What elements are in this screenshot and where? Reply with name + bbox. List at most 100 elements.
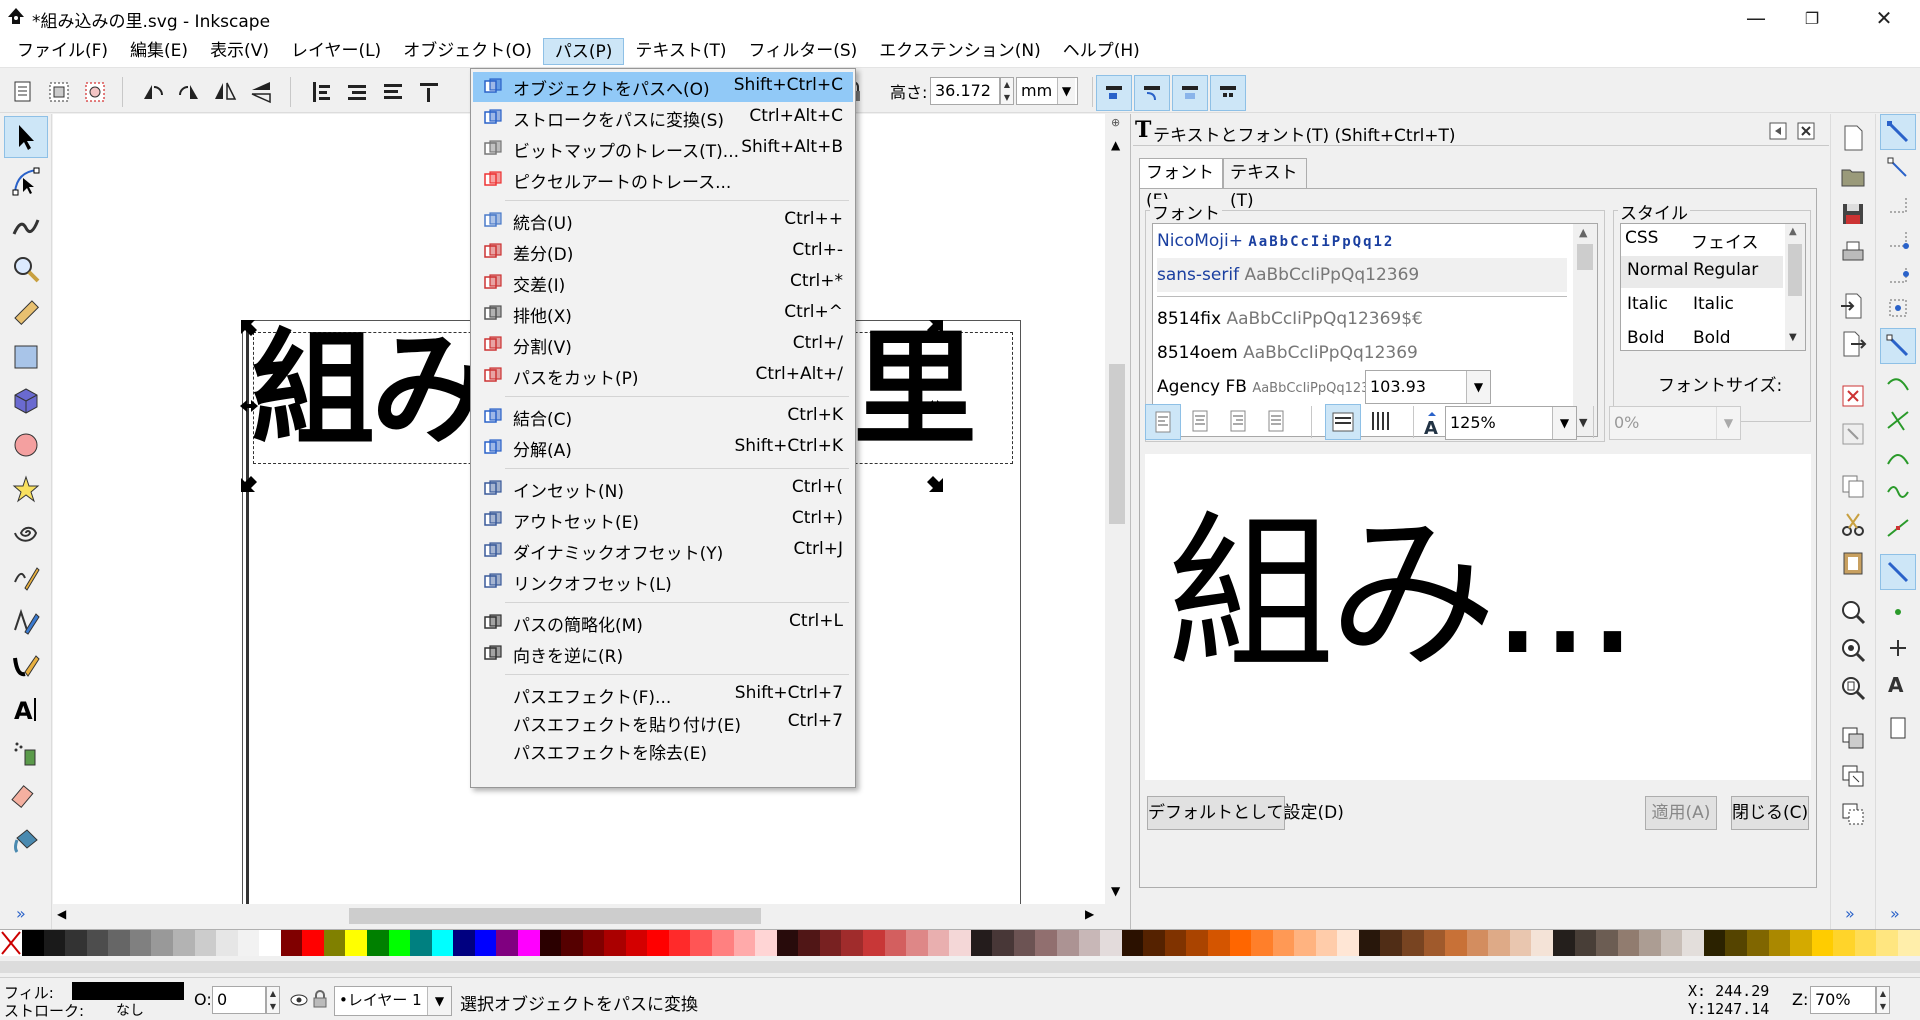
- style-face-regular[interactable]: Regular: [1693, 260, 1758, 280]
- palette-swatch[interactable]: [108, 930, 130, 956]
- palette-swatch[interactable]: [1164, 930, 1187, 956]
- invert-selection-icon[interactable]: [82, 79, 108, 105]
- palette-swatch[interactable]: [1251, 930, 1273, 956]
- palette-swatch[interactable]: [668, 930, 691, 956]
- print-icon[interactable]: [1839, 238, 1867, 266]
- palette-swatch[interactable]: [1013, 930, 1036, 956]
- palette-swatch[interactable]: [22, 930, 44, 956]
- palette-swatch[interactable]: [237, 930, 260, 956]
- style-css-normal[interactable]: Normal: [1627, 260, 1689, 280]
- scale-handle-e-icon[interactable]: [925, 396, 945, 416]
- font-item-8514oem[interactable]: 8514oem AaBbCcIiPpQq12369: [1157, 336, 1418, 370]
- raise-icon[interactable]: [344, 79, 370, 105]
- unlink-clone-icon[interactable]: [1839, 800, 1867, 828]
- save-icon[interactable]: [1839, 200, 1867, 228]
- path-menu-item[interactable]: パスの簡略化(M) Ctrl+L: [473, 608, 853, 638]
- palette-swatch[interactable]: [862, 930, 885, 956]
- snap-smooth-icon[interactable]: [1884, 478, 1912, 506]
- font-item-sans-serif[interactable]: sans-serif AaBbCcIiPpQq12369: [1157, 258, 1567, 292]
- scroll-right-icon[interactable]: ▶: [1085, 907, 1094, 921]
- chevron-down-icon[interactable]: ▼: [1466, 371, 1490, 403]
- palette-swatch[interactable]: [992, 930, 1014, 956]
- raise-to-top-icon[interactable]: [308, 79, 334, 105]
- palette-swatch[interactable]: [1186, 930, 1208, 956]
- import-icon[interactable]: [1839, 292, 1867, 320]
- style-css-bold[interactable]: Bold: [1627, 328, 1665, 348]
- flip-vertical-icon[interactable]: [248, 79, 274, 105]
- open-folder-icon[interactable]: [1839, 162, 1867, 190]
- zoom-tool[interactable]: [4, 248, 48, 290]
- zoom-input[interactable]: 70%: [1810, 986, 1876, 1014]
- snap-nodes-toggle[interactable]: [1880, 328, 1916, 364]
- scale-handle-w-icon[interactable]: [239, 396, 259, 416]
- palette-swatch[interactable]: [43, 930, 66, 956]
- path-menu-item[interactable]: 向きを逆に(R): [473, 639, 853, 669]
- palette-swatch[interactable]: [1531, 930, 1553, 956]
- palette-swatch[interactable]: [1747, 930, 1769, 956]
- palette-swatch[interactable]: [1121, 930, 1144, 956]
- palette-swatch[interactable]: [1057, 930, 1079, 956]
- horizontal-scrollbar[interactable]: ◀ ▶: [53, 904, 1129, 928]
- snap-text-baseline-icon[interactable]: A: [1884, 670, 1912, 698]
- palette-swatch[interactable]: [1639, 930, 1661, 956]
- snap-others-toggle[interactable]: [1880, 554, 1916, 590]
- scale-handle-ne-icon[interactable]: [925, 318, 945, 338]
- lock-icon[interactable]: [312, 990, 328, 1008]
- palette-swatch[interactable]: [129, 930, 152, 956]
- clone-icon[interactable]: [1839, 762, 1867, 790]
- palette-swatch[interactable]: [1402, 930, 1424, 956]
- dialog-close-icon[interactable]: [1797, 122, 1815, 140]
- palette-swatch[interactable]: [1790, 930, 1812, 956]
- palette-swatch[interactable]: [949, 930, 971, 956]
- stroke-value[interactable]: なし: [116, 1000, 144, 1020]
- duplicate-icon[interactable]: [1839, 724, 1867, 752]
- rotate-cw-icon[interactable]: [176, 79, 202, 105]
- path-menu-item[interactable]: 交差(I) Ctrl+*: [473, 268, 853, 298]
- path-menu-item[interactable]: パスエフェクトを除去(E): [473, 736, 853, 766]
- letter-spacing-input[interactable]: 0% ▼: [1609, 406, 1741, 440]
- align-left-button[interactable]: [1145, 404, 1181, 440]
- 3dbox-tool[interactable]: [4, 380, 48, 422]
- redo-icon[interactable]: [1839, 420, 1867, 448]
- palette-swatch[interactable]: [151, 930, 173, 956]
- palette-swatch[interactable]: [927, 930, 950, 956]
- dialog-close-button[interactable]: 閉じる(C): [1731, 796, 1809, 830]
- no-paint-swatch[interactable]: [0, 930, 22, 956]
- paste-icon[interactable]: [1839, 548, 1867, 576]
- palette-swatch[interactable]: [1488, 930, 1510, 956]
- zoom-drawing-icon[interactable]: [1839, 636, 1867, 664]
- menu-edit[interactable]: 編集(E): [119, 38, 199, 65]
- eye-icon[interactable]: [290, 992, 308, 1008]
- unit-select[interactable]: mm ▼: [1016, 77, 1078, 105]
- palette-swatch[interactable]: [647, 930, 669, 956]
- tweak-tool[interactable]: [4, 204, 48, 246]
- snap-rotation-center-icon[interactable]: [1884, 634, 1912, 662]
- menu-object[interactable]: オブジェクト(O): [392, 38, 543, 65]
- export-icon[interactable]: [1839, 330, 1867, 358]
- height-spinner[interactable]: ▲ ▼: [1000, 77, 1014, 105]
- opacity-input[interactable]: 0: [212, 986, 266, 1014]
- calligraphy-tool[interactable]: [4, 644, 48, 686]
- palette-swatch[interactable]: [561, 930, 583, 956]
- height-input[interactable]: 36.172: [930, 77, 1000, 105]
- scale-handle-nw-icon[interactable]: [239, 318, 259, 338]
- scroll-up-icon[interactable]: ▲: [1111, 138, 1120, 152]
- pencil-tool[interactable]: [4, 556, 48, 598]
- rotate-ccw-icon[interactable]: [140, 79, 166, 105]
- palette-swatch[interactable]: [1143, 930, 1165, 956]
- close-button[interactable]: ✕: [1856, 0, 1912, 36]
- node-tool[interactable]: [4, 160, 48, 202]
- snap-cusp-icon[interactable]: [1884, 442, 1912, 470]
- canvas-text-right[interactable]: 里: [853, 320, 993, 460]
- palette-swatch[interactable]: [712, 930, 734, 956]
- palette-swatch[interactable]: [1466, 930, 1489, 956]
- path-menu-item[interactable]: ビットマップのトレース(T)... Shift+Alt+B: [473, 134, 853, 164]
- snap-center-icon[interactable]: [1884, 598, 1912, 626]
- chevron-up-icon[interactable]: ▲: [1789, 226, 1797, 237]
- snap-page-border-icon[interactable]: [1884, 714, 1912, 742]
- scroll-down-icon[interactable]: ▼: [1111, 884, 1120, 898]
- new-document-icon[interactable]: [1839, 124, 1867, 152]
- star-tool[interactable]: [4, 468, 48, 510]
- toolbox-overflow-icon[interactable]: »: [16, 904, 26, 923]
- palette-swatch[interactable]: [604, 930, 626, 956]
